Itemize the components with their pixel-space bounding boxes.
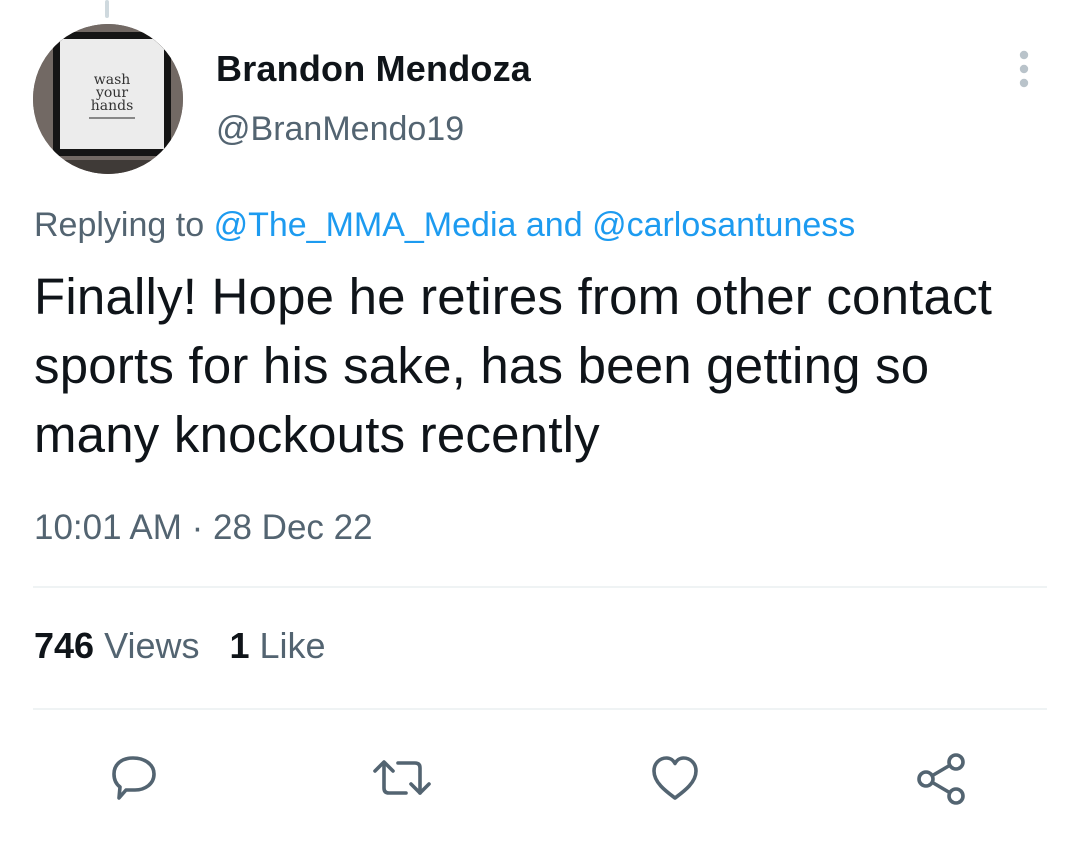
tweet-timestamp[interactable]: 10:01 AM · 28 Dec 22 [34,508,373,548]
mention-link-1[interactable]: @The_MMA_Media [214,206,517,244]
thread-connector-line [105,0,109,18]
likes-label: Like [259,625,326,666]
mention-link-2[interactable]: @carlosantuness [592,206,855,244]
retweet-icon [373,760,431,795]
reply-button[interactable] [106,751,162,807]
views-stat[interactable]: 746 Views [34,625,199,666]
views-count: 746 [34,625,95,666]
share-button[interactable] [913,751,969,807]
tweet-stats: 746 Views 1 Like [34,625,326,667]
views-label: Views [104,625,200,666]
author-name[interactable]: Brandon Mendoza [216,48,531,90]
tweet-text: Finally! Hope he retires from other cont… [34,268,993,463]
timestamp-separator: · [191,508,204,547]
mention-joiner: and [525,206,583,244]
like-button[interactable] [647,751,703,807]
likes-stat[interactable]: 1 Like [229,625,325,666]
divider [33,586,1047,588]
comment-icon [112,756,156,800]
retweet-button[interactable] [371,751,431,807]
tweet-time: 10:01 AM [34,508,182,547]
author-handle[interactable]: @BranMendo19 [216,110,464,149]
replying-to-label: Replying to [34,206,205,244]
likes-count: 1 [229,625,250,666]
share-icon [917,753,965,805]
replying-to-line: Replying to @The_MMA_Media and @carlosan… [34,206,855,245]
divider [33,708,1047,710]
more-options-button[interactable] [1004,48,1044,92]
avatar-sign-line3: hands [91,98,134,114]
heart-icon [652,756,698,800]
tweet-date: 28 Dec 22 [213,508,373,547]
more-dots-icon [1019,50,1029,88]
avatar-image: wash your hands [33,24,183,174]
avatar[interactable]: wash your hands [33,24,183,174]
